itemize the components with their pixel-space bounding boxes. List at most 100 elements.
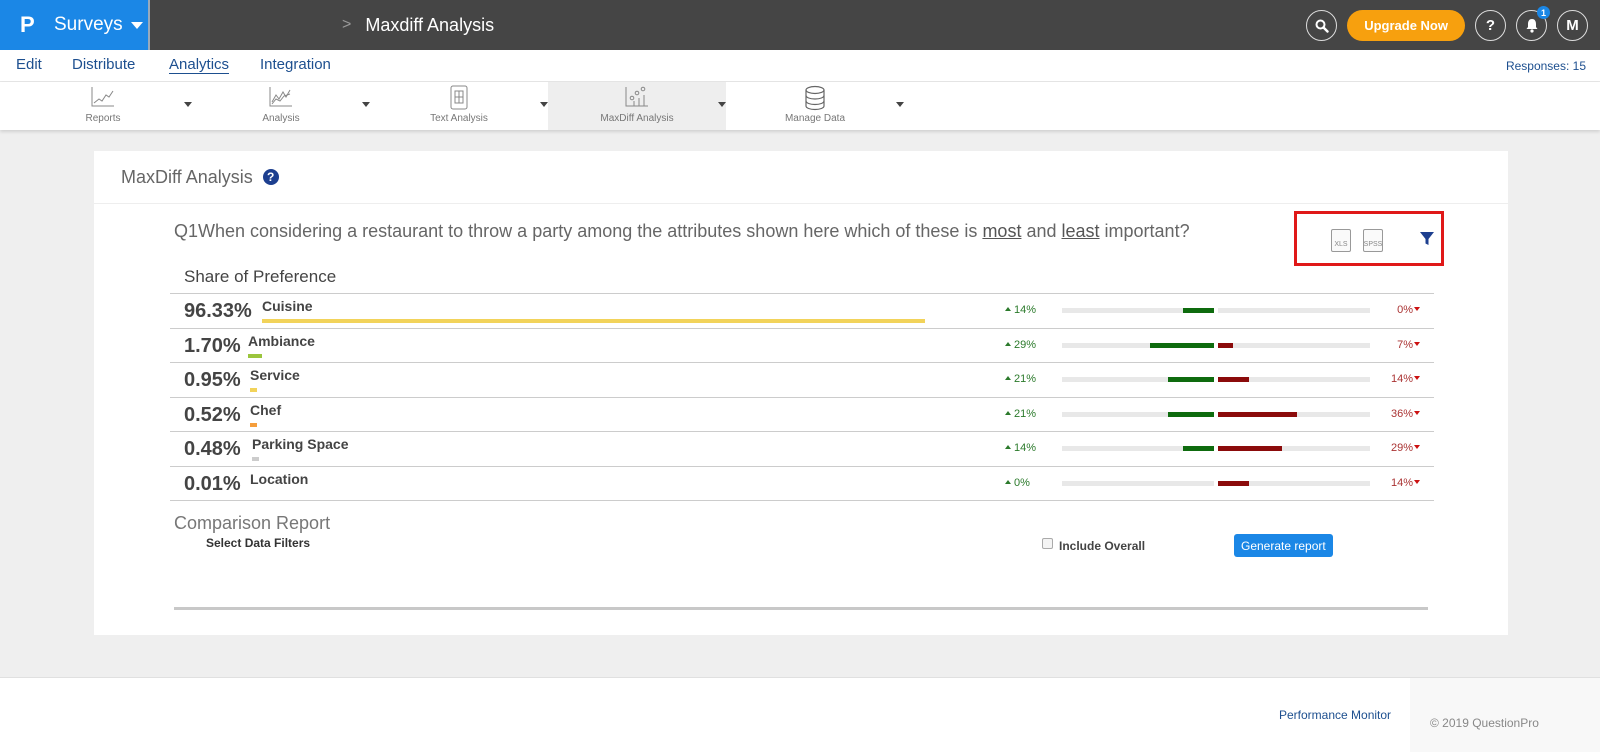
line-chart-icon	[91, 87, 114, 107]
best-fill-bar	[1167, 411, 1214, 417]
bell-icon	[1526, 19, 1537, 33]
filter-icon[interactable]	[1419, 231, 1435, 247]
best-fill-bar	[1183, 308, 1214, 313]
toolbar-item-reports[interactable]: Reports	[14, 82, 192, 130]
xls-export-icon[interactable]: XLS	[1331, 229, 1351, 252]
select-data-filters-label: Select Data Filters	[206, 536, 311, 550]
worst-fill-bar	[1218, 480, 1249, 486]
page-title: Maxdiff Analysis	[365, 14, 495, 35]
worst-track	[1218, 446, 1370, 451]
worst-fill-bar	[1218, 446, 1282, 451]
upgrade-now-button[interactable]: Upgrade Now	[1347, 10, 1465, 41]
horizontal-scrollbar[interactable]	[174, 607, 1428, 610]
caret-down-icon[interactable]	[362, 102, 370, 107]
tab-edit[interactable]: Edit	[16, 56, 42, 73]
best-fill-bar	[1150, 342, 1214, 348]
toolbar-label: Reports	[85, 113, 121, 124]
preference-row: 96.33% Cuisine 14% 0%	[170, 294, 1434, 329]
preference-row: 0.95% Service 21% 14%	[170, 363, 1434, 398]
database-icon	[805, 85, 825, 111]
attribute-name: Parking Space	[252, 436, 349, 452]
export-actions-highlight: XLS SPSS	[1294, 211, 1444, 266]
spss-export-icon[interactable]: SPSS	[1363, 229, 1383, 252]
triangle-up-icon	[1005, 376, 1011, 380]
breadcrumb-separator-icon: >	[342, 16, 352, 33]
tab-analytics[interactable]: Analytics	[169, 56, 230, 74]
worst-value: 29%	[1390, 442, 1413, 454]
share-bar	[252, 457, 259, 461]
best-value: 14%	[1014, 304, 1037, 316]
attribute-name: Cuisine	[262, 298, 313, 314]
questionpro-logo-icon: P	[20, 12, 35, 37]
worst-fill-bar	[1218, 411, 1298, 417]
best-track	[1062, 480, 1214, 486]
main-nav: Edit Distribute Analytics Integration Re…	[0, 50, 1600, 82]
copyright-area: © 2019 QuestionPro	[1410, 678, 1600, 752]
question-mark-icon: ?	[1485, 17, 1496, 34]
avatar-initial: M	[1566, 17, 1579, 34]
user-avatar[interactable]: M	[1557, 10, 1588, 41]
search-button[interactable]	[1306, 10, 1338, 41]
breadcrumb: > Maxdiff Analysis	[342, 0, 494, 50]
best-percent: 29%	[1005, 339, 1036, 351]
triangle-up-icon	[1005, 410, 1011, 415]
question-suffix: important?	[1099, 221, 1190, 241]
share-bar	[248, 353, 262, 358]
caret-down-icon[interactable]	[540, 102, 548, 107]
caret-down-icon	[130, 21, 143, 29]
help-circle-icon[interactable]: ?	[262, 169, 279, 185]
help-button[interactable]: ?	[1475, 10, 1506, 41]
worst-track	[1218, 411, 1370, 417]
share-bar	[250, 388, 257, 392]
toolbar-item-manage-data[interactable]: Manage Data	[726, 82, 904, 130]
triangle-down-icon	[1414, 479, 1420, 484]
attribute-name: Location	[250, 470, 309, 487]
search-icon	[1315, 19, 1329, 33]
triangle-down-icon	[1414, 410, 1420, 415]
notifications-button[interactable]: 1	[1516, 6, 1550, 41]
caret-down-icon[interactable]	[718, 102, 726, 107]
share-bar	[262, 319, 925, 323]
toolbar-item-text-analysis[interactable]: Text Analysis	[370, 82, 548, 130]
generate-report-button[interactable]: Generate report	[1234, 534, 1333, 557]
triangle-down-icon	[1414, 341, 1420, 346]
tab-distribute[interactable]: Distribute	[72, 56, 135, 73]
toolbar-item-maxdiff-analysis[interactable]: MaxDiff Analysis	[548, 82, 726, 130]
caret-down-icon[interactable]	[896, 102, 904, 107]
top-bar: P Surveys > Maxdiff Analysis Upgrade Now…	[0, 0, 1600, 50]
preference-row: 0.52% Chef 21% 36%	[170, 398, 1434, 432]
triangle-down-icon	[1414, 307, 1420, 311]
preference-row: 0.01% Location 0% 14%	[170, 467, 1434, 501]
worst-percent: 14%	[1391, 373, 1420, 385]
triangle-up-icon	[1005, 479, 1011, 484]
worst-fill-bar	[1218, 342, 1234, 348]
toolbar-label: Manage Data	[784, 113, 846, 124]
best-percent: 21%	[1005, 408, 1036, 420]
responses-count: Responses: 15	[1505, 59, 1586, 73]
best-fill-bar	[1167, 377, 1214, 382]
product-label: Surveys	[54, 14, 123, 35]
include-overall-option[interactable]: Include Overall	[1042, 537, 1146, 553]
maxdiff-card: MaxDiff Analysis ? Q1When considering a …	[94, 151, 1508, 635]
preference-table: 96.33% Cuisine 14% 0% 1.70% Ambiance 29% 7% 0.95…	[170, 293, 1434, 501]
triangle-down-icon	[1414, 445, 1420, 449]
best-track	[1062, 446, 1214, 451]
best-track	[1062, 308, 1214, 313]
include-overall-checkbox[interactable]	[1042, 537, 1053, 549]
caret-down-icon[interactable]	[184, 102, 192, 107]
best-percent: 14%	[1005, 304, 1036, 316]
product-switcher[interactable]: P Surveys	[0, 0, 150, 50]
performance-monitor-link[interactable]: Performance Monitor	[1279, 708, 1391, 722]
worst-fill-bar	[1218, 377, 1249, 382]
worst-value: 0%	[1397, 304, 1413, 316]
worst-value: 14%	[1390, 373, 1413, 385]
worst-track	[1218, 308, 1370, 313]
include-overall-label: Include Overall	[1059, 539, 1146, 553]
toolbar-item-analysis[interactable]: Analysis	[192, 82, 370, 130]
notification-badge: 1	[1537, 6, 1550, 19]
best-percent: 0%	[1005, 477, 1030, 489]
best-track	[1062, 342, 1214, 348]
worst-percent: 7%	[1397, 339, 1420, 351]
tab-integration[interactable]: Integration	[260, 56, 331, 73]
best-value: 14%	[1014, 442, 1037, 454]
